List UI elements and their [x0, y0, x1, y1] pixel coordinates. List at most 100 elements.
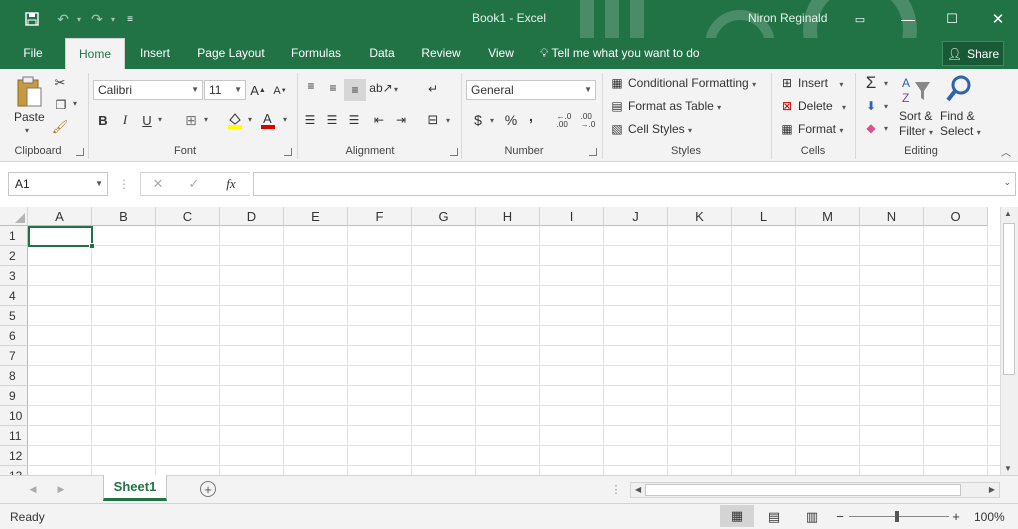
fill-icon[interactable]: ⬇ [862, 97, 880, 115]
font-launcher-icon[interactable] [284, 148, 292, 156]
conditional-formatting-button[interactable]: Conditional Formatting ▾ [628, 76, 756, 90]
zoom-out-icon[interactable]: − [834, 508, 846, 524]
align-right-icon[interactable]: ☰ [346, 112, 362, 128]
row-header-7[interactable]: 7 [0, 346, 28, 366]
align-left-icon[interactable]: ☰ [302, 112, 318, 128]
wrap-text-icon[interactable]: ↵ [424, 81, 442, 97]
merge-center-icon[interactable]: ⊟ [424, 112, 442, 128]
bold-button[interactable]: B [96, 111, 110, 129]
decrease-font-icon[interactable]: A ▼ [272, 82, 288, 100]
merge-dropdown-icon[interactable]: ▾ [444, 116, 452, 125]
scroll-up-icon[interactable]: ▲ [1004, 209, 1012, 218]
split-handle-icon[interactable]: ⋮ [611, 482, 622, 496]
horizontal-scroll-thumb[interactable] [645, 484, 961, 496]
vertical-scroll-thumb[interactable] [1003, 223, 1015, 375]
sheet-tab-sheet1[interactable]: Sheet1 [103, 475, 167, 501]
clipboard-launcher-icon[interactable] [76, 148, 84, 156]
align-middle-icon[interactable]: ≡ [325, 81, 341, 95]
autosum-icon[interactable]: Σ [862, 73, 880, 93]
underline-dropdown-icon[interactable]: ▾ [156, 115, 164, 124]
column-header-d[interactable]: D [220, 207, 284, 226]
maximize-icon[interactable]: ☐ [944, 10, 960, 28]
scroll-right-icon[interactable]: ▶ [989, 485, 995, 494]
tab-page-layout[interactable]: Page Layout [190, 38, 272, 69]
font-color-icon[interactable]: A [259, 111, 277, 129]
cancel-icon[interactable]: ✕ [150, 176, 166, 192]
row-header-2[interactable]: 2 [0, 246, 28, 266]
vertical-scrollbar[interactable]: ▲ ▼ [1000, 207, 1018, 475]
enter-icon[interactable]: ✓ [186, 176, 202, 192]
fill-color-icon[interactable] [226, 111, 244, 129]
italic-button[interactable]: I [118, 111, 132, 129]
column-header-k[interactable]: K [668, 207, 732, 226]
zoom-level[interactable]: 100% [974, 510, 1005, 524]
row-header-1[interactable]: 1 [0, 226, 28, 246]
tell-me-search[interactable]: 💡︎ Tell me what you want to do [540, 38, 720, 69]
autosum-dropdown-icon[interactable]: ▾ [882, 79, 890, 88]
collapse-ribbon-icon[interactable]: ︿ [999, 145, 1013, 159]
delete-cells-button[interactable]: Delete ▾ [798, 99, 846, 113]
percent-button[interactable]: % [503, 111, 519, 129]
prev-sheet-icon[interactable]: ◀ [28, 482, 38, 496]
number-launcher-icon[interactable] [589, 148, 597, 156]
column-header-b[interactable]: B [92, 207, 156, 226]
paste-label[interactable]: Paste [14, 110, 45, 124]
column-header-m[interactable]: M [796, 207, 860, 226]
increase-indent-icon[interactable]: ⇥ [392, 112, 410, 128]
align-top-icon[interactable]: ≡ [303, 79, 319, 93]
paste-icon[interactable] [14, 75, 44, 109]
tab-home[interactable]: Home [65, 38, 125, 69]
increase-decimal-button[interactable]: ←.0 .00 [554, 112, 574, 130]
delete-cells-icon[interactable]: ⊠ [778, 98, 796, 114]
tab-view[interactable]: View [482, 38, 520, 69]
user-name[interactable]: Niron Reginald [748, 11, 827, 25]
sort-filter-icon[interactable]: AZ [900, 73, 932, 107]
orientation-dropdown-icon[interactable]: ▾ [392, 85, 400, 94]
column-header-n[interactable]: N [860, 207, 924, 226]
close-icon[interactable]: ✕ [990, 10, 1006, 28]
horizontal-scrollbar[interactable]: ◀ ▶ [630, 482, 1000, 498]
row-header-9[interactable]: 9 [0, 386, 28, 406]
format-as-table-button[interactable]: Format as Table ▾ [628, 99, 721, 113]
align-bottom-icon[interactable]: ≡ [344, 79, 366, 101]
row-header-11[interactable]: 11 [0, 426, 28, 446]
expand-formula-icon[interactable]: ⌄ [1003, 177, 1011, 188]
row-header-4[interactable]: 4 [0, 286, 28, 306]
formula-input[interactable]: ⌄ [253, 172, 1016, 196]
comma-button[interactable]: , [526, 107, 536, 125]
row-header-6[interactable]: 6 [0, 326, 28, 346]
font-size-box[interactable]: 11 ▼ [204, 80, 246, 100]
column-header-i[interactable]: I [540, 207, 604, 226]
increase-font-icon[interactable]: A ▲ [250, 81, 266, 99]
paste-dropdown-icon[interactable]: ▾ [22, 126, 32, 135]
cell-styles-button[interactable]: Cell Styles ▾ [628, 122, 692, 136]
currency-button[interactable]: $ [471, 111, 485, 129]
orientation-icon[interactable]: ab↗ [369, 81, 392, 95]
normal-view-icon[interactable]: ▦ [720, 505, 754, 527]
column-header-e[interactable]: E [284, 207, 348, 226]
fill-dropdown-icon[interactable]: ▾ [882, 102, 890, 111]
row-header-5[interactable]: 5 [0, 306, 28, 326]
sort-filter-button[interactable]: Sort & Filter ▾ [899, 109, 933, 140]
find-select-button[interactable]: Find & Select ▾ [940, 109, 981, 140]
currency-dropdown-icon[interactable]: ▾ [488, 116, 496, 125]
conditional-formatting-icon[interactable]: ▦ [608, 75, 626, 91]
insert-function-icon[interactable]: fx [222, 176, 240, 192]
column-header-h[interactable]: H [476, 207, 540, 226]
row-header-8[interactable]: 8 [0, 366, 28, 386]
tab-review[interactable]: Review [414, 38, 468, 69]
column-header-g[interactable]: G [412, 207, 476, 226]
format-painter-icon[interactable]: 🖌︎ [52, 119, 69, 135]
zoom-in-icon[interactable]: + [950, 508, 962, 524]
cell-area[interactable] [28, 226, 1000, 475]
font-name-box[interactable]: Calibri ▼ [93, 80, 203, 100]
alignment-launcher-icon[interactable] [450, 148, 458, 156]
font-color-dropdown-icon[interactable]: ▾ [281, 115, 289, 124]
page-layout-view-icon[interactable]: ▤ [764, 508, 784, 526]
insert-cells-icon[interactable]: ⊞ [778, 75, 796, 91]
share-button[interactable]: 👤︎ Share [942, 41, 1004, 66]
add-sheet-icon[interactable]: + [200, 481, 216, 497]
column-header-j[interactable]: J [604, 207, 668, 226]
column-header-c[interactable]: C [156, 207, 220, 226]
column-header-a[interactable]: A [28, 207, 92, 226]
